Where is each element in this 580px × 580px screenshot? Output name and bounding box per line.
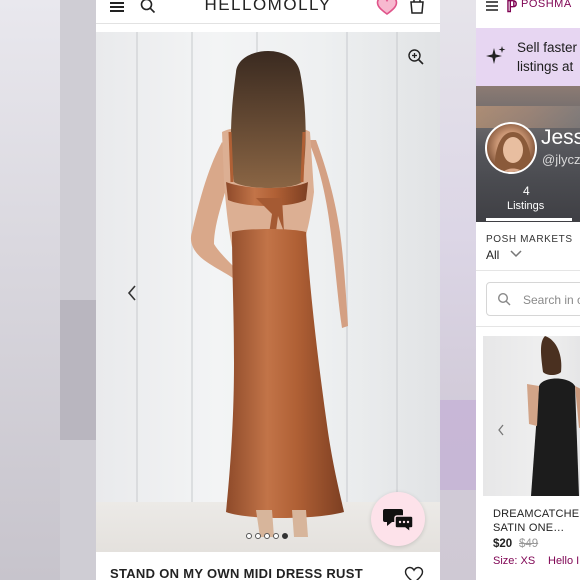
posh-markets-select[interactable]: All xyxy=(486,248,499,262)
listing-brand[interactable]: Hello I xyxy=(548,555,579,567)
wishlist-heart-icon[interactable] xyxy=(404,566,424,580)
listing-original-price: $49 xyxy=(519,538,539,550)
hellomolly-screen: HELLOMOLLY STAND ON MY OWN MIDI DRESS RU… xyxy=(96,0,440,580)
carousel-dot[interactable] xyxy=(282,533,288,539)
divider xyxy=(476,270,580,271)
listing-photo xyxy=(527,336,580,496)
search-icon xyxy=(497,292,511,306)
menu-icon[interactable] xyxy=(110,0,126,12)
carousel-indicators[interactable] xyxy=(246,532,288,540)
product-title: STAND ON MY OWN MIDI DRESS RUST xyxy=(110,566,363,580)
carousel-dot[interactable] xyxy=(264,533,270,539)
backdrop-shade xyxy=(60,0,96,580)
poshmark-logo-icon: ℙ xyxy=(506,0,518,16)
avatar-photo xyxy=(494,132,532,172)
heart-icon[interactable] xyxy=(376,0,398,16)
posh-markets-label: POSH MARKETS xyxy=(486,234,573,245)
listing-size[interactable]: Size: XS xyxy=(493,555,535,567)
sparkle-icon xyxy=(486,46,506,64)
backdrop-shade xyxy=(60,300,96,440)
listings-count[interactable]: 4 xyxy=(476,184,580,198)
profile-handle: @jlycz xyxy=(542,152,580,167)
cover-sunset xyxy=(476,106,580,128)
product-image[interactable] xyxy=(96,32,440,552)
sell-faster-banner[interactable]: Sell faster listings at xyxy=(476,28,580,86)
blurred-backdrop-middle xyxy=(440,0,476,580)
chat-button[interactable] xyxy=(371,492,425,546)
listing-title[interactable]: DREAMCATCHER SATIN ONE… xyxy=(493,507,580,535)
poshmark-header: ℙ POSHMA xyxy=(476,0,580,24)
profile-name: Jess xyxy=(541,126,580,149)
carousel-dot[interactable] xyxy=(273,533,279,539)
profile-cover: Jess @jlycz 4 Listings xyxy=(476,86,580,222)
listings-label[interactable]: Listings xyxy=(507,200,544,212)
bag-icon[interactable] xyxy=(408,0,426,14)
avatar[interactable] xyxy=(485,122,537,174)
listing-image[interactable] xyxy=(483,336,580,496)
chevron-down-icon[interactable] xyxy=(510,250,522,258)
model-figure xyxy=(190,50,348,537)
banner-text: Sell faster listings at xyxy=(517,40,578,74)
closet-search-input[interactable]: Search in c xyxy=(486,282,580,316)
carousel-dot[interactable] xyxy=(246,533,252,539)
hellomolly-header: HELLOMOLLY xyxy=(96,0,440,24)
divider xyxy=(476,326,580,327)
menu-icon[interactable] xyxy=(486,0,500,12)
chevron-left-icon[interactable] xyxy=(497,424,505,436)
search-icon[interactable] xyxy=(140,0,156,14)
active-tab-indicator xyxy=(486,218,572,221)
backdrop-shade xyxy=(440,400,476,490)
carousel-dot[interactable] xyxy=(255,533,261,539)
blurred-backdrop-left xyxy=(0,0,96,580)
search-placeholder: Search in c xyxy=(523,293,580,307)
chat-icon xyxy=(383,509,414,534)
poshmark-logo[interactable]: POSHMA xyxy=(521,0,572,10)
chevron-left-icon[interactable] xyxy=(126,284,138,302)
listing-price: $20 xyxy=(493,538,513,550)
poshmark-screen: ℙ POSHMA Sell faster listings at Jess @j… xyxy=(476,0,580,580)
zoom-icon[interactable] xyxy=(407,48,425,66)
hellomolly-logo[interactable]: HELLOMOLLY xyxy=(196,0,340,15)
